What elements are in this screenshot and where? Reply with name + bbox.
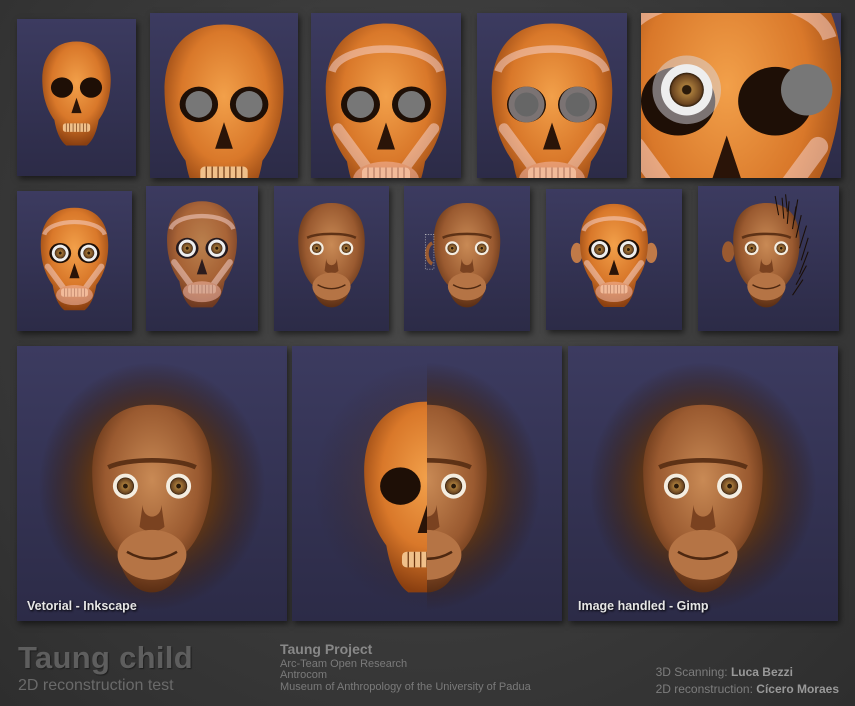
credit-recon: 2D reconstruction: Cícero Moraes	[656, 681, 839, 698]
credits: 3D Scanning: Luca Bezzi 2D reconstructio…	[656, 664, 839, 698]
caption-raster: Image handled - Gimp	[578, 599, 709, 613]
skull-image	[41, 41, 112, 146]
panel-muscles-outline	[146, 186, 258, 331]
raster-result-image	[589, 362, 817, 611]
muscles-with-ears-image	[570, 203, 658, 308]
panel-half-skull-half-face	[292, 346, 562, 621]
panel-skull-muscles-transparent	[477, 13, 627, 178]
project-line: Antrocom	[280, 669, 328, 682]
credit-recon-name: Cícero Moraes	[756, 682, 839, 696]
project-heading: Taung Project	[280, 641, 373, 657]
panel-skull	[17, 19, 136, 176]
skin-image	[296, 201, 367, 309]
skin-ear-guides-image	[424, 201, 502, 309]
panel-skull-eyes	[150, 13, 298, 178]
credit-recon-label: 2D reconstruction:	[655, 682, 753, 696]
panel-raster-result: Image handled - Gimp	[568, 346, 838, 621]
muscles-outline-image	[166, 200, 238, 308]
panel-skin-hair-start	[698, 186, 839, 331]
skin-hair-start-image	[722, 194, 809, 309]
project-line: Museum of Anthropology of the University…	[280, 680, 531, 693]
caption-vector: Vetorial - Inkscape	[27, 599, 137, 613]
skull-muscles-image	[325, 22, 447, 178]
vector-result-image	[38, 362, 266, 611]
skull-eyes-image	[163, 23, 285, 178]
panel-skin-ear-guides	[404, 186, 530, 331]
panel-skin	[274, 186, 389, 331]
skull-with-eyes-image	[40, 207, 109, 311]
panel-muscles-with-ears	[546, 189, 682, 330]
page-subtitle: 2D reconstruction test	[18, 677, 174, 694]
panel-vector-result: Vetorial - Inkscape	[17, 346, 287, 621]
skull-muscles-transparent-image	[491, 22, 613, 178]
credit-scan: 3D Scanning: Luca Bezzi	[656, 664, 839, 681]
panel-skull-with-eyes	[17, 191, 132, 331]
panel-eye-closeup	[641, 13, 841, 178]
page-title: Taung child	[18, 640, 193, 675]
project-info: Taung Project Arc-Team Open Research Ant…	[280, 641, 531, 693]
half-skull-half-face-image	[313, 362, 541, 611]
credit-scan-name: Luca Bezzi	[730, 665, 793, 679]
credit-scan-label: 3D Scanning:	[655, 665, 728, 679]
eye-closeup-image	[641, 13, 841, 178]
panel-skull-muscles	[311, 13, 461, 178]
